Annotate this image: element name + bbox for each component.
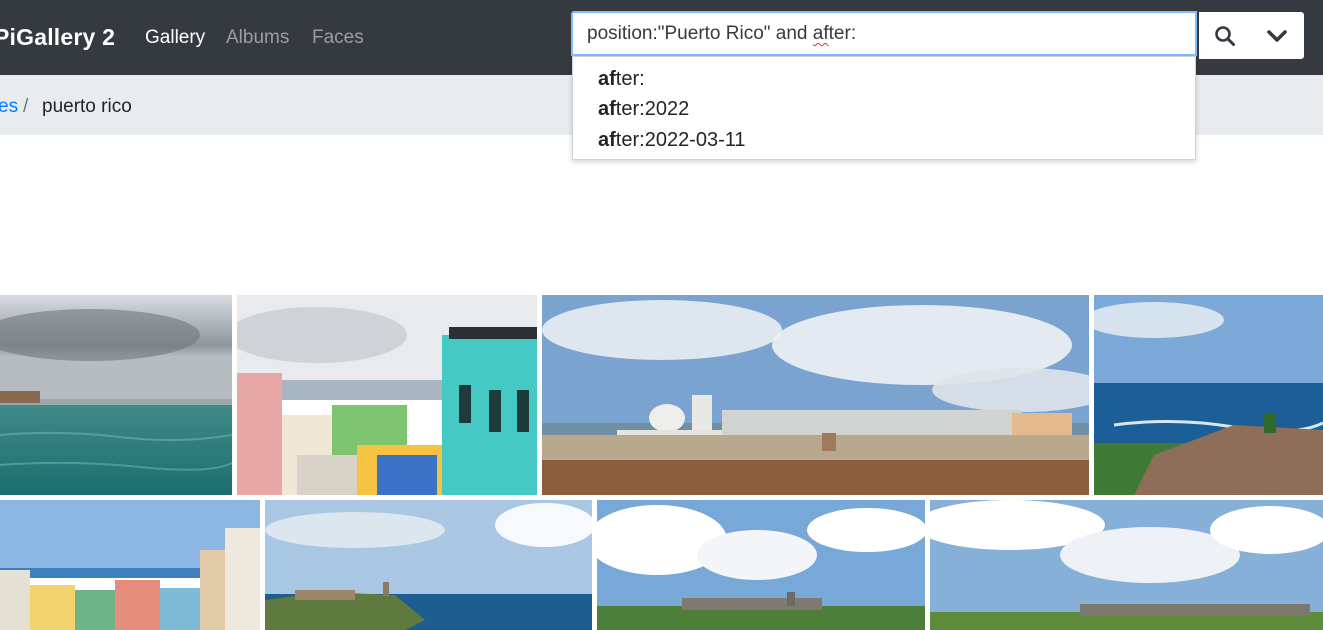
nav-albums[interactable]: Albums	[226, 27, 289, 49]
photo-fort-on-headland[interactable]	[265, 500, 592, 630]
autocomplete-rest: ter:	[615, 68, 645, 90]
search-button[interactable]	[1199, 12, 1251, 59]
breadcrumb-current: puerto rico	[42, 96, 132, 117]
photo-fortress-lawn[interactable]	[930, 500, 1323, 630]
nav-faces[interactable]: Faces	[312, 27, 364, 49]
photo-stormy-harbor[interactable]	[0, 295, 232, 495]
photo-image	[0, 500, 260, 630]
autocomplete-item[interactable]: after:2022-03-11	[598, 129, 746, 152]
autocomplete-item[interactable]: after:	[598, 68, 645, 91]
autocomplete-rest: ter:2022-03-11	[615, 129, 746, 151]
search-text-misspelled: af	[812, 23, 829, 44]
photo-coastal-fort-ocean[interactable]	[1094, 295, 1323, 495]
advanced-search-toggle[interactable]	[1251, 12, 1303, 59]
autocomplete-match: af	[598, 68, 616, 90]
photo-image	[542, 295, 1089, 495]
photo-image	[265, 500, 592, 630]
autocomplete-match: af	[598, 98, 616, 120]
photo-image	[0, 295, 232, 495]
search-text-suffix: ter:	[828, 23, 857, 44]
search-text-prefix: position:"Puerto Rico" and	[587, 23, 813, 44]
search-button-group	[1199, 12, 1304, 59]
breadcrumb-link-parent[interactable]: es	[0, 96, 18, 118]
photo-fort-field-clouds[interactable]	[597, 500, 925, 630]
photo-old-san-juan-houses[interactable]	[0, 500, 260, 630]
app-brand[interactable]: PiGallery 2	[0, 24, 115, 51]
search-autocomplete-dropdown: after: after:2022 after:2022-03-11	[572, 56, 1196, 160]
search-input[interactable]: position:"Puerto Rico" and after:	[571, 11, 1197, 56]
nav-gallery[interactable]: Gallery	[145, 27, 205, 49]
photo-image	[1094, 295, 1323, 495]
search-icon	[1215, 25, 1235, 46]
photo-image	[930, 500, 1323, 630]
photo-city-skyline-panorama[interactable]	[542, 295, 1089, 495]
autocomplete-rest: ter:2022	[615, 98, 690, 120]
photo-image	[597, 500, 925, 630]
photo-colorful-rooftops[interactable]	[237, 295, 537, 495]
breadcrumb-separator: /	[23, 96, 29, 117]
chevron-down-icon	[1267, 29, 1287, 42]
photo-image	[237, 295, 537, 495]
autocomplete-item[interactable]: after:2022	[598, 98, 689, 121]
autocomplete-match: af	[598, 129, 616, 151]
